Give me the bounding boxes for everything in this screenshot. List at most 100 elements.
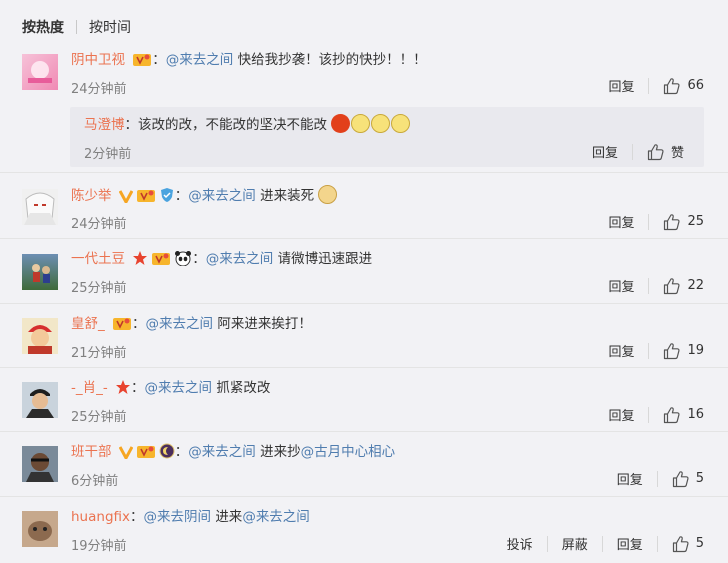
comment-mention[interactable]: @来去之间 <box>188 188 256 204</box>
comment-mention[interactable]: @来去之间 <box>145 380 213 396</box>
comment-text: 进来装死 <box>260 188 315 204</box>
comment-mention[interactable]: @来去之间 <box>206 251 274 267</box>
comment-time: 6分钟前 <box>71 474 119 489</box>
like-button[interactable]: 赞 <box>647 142 684 161</box>
action-divider <box>648 342 650 359</box>
tab-sort-by-time[interactable]: 按时间 <box>89 17 131 37</box>
like-button[interactable]: 25 <box>663 213 704 231</box>
avatar[interactable] <box>22 54 58 90</box>
action-divider <box>601 535 603 552</box>
avatar[interactable] <box>22 254 58 290</box>
reply-button[interactable]: 回复 <box>608 76 634 95</box>
reply-button[interactable]: 回复 <box>617 469 643 488</box>
sub-reply-username[interactable]: 马澄博 <box>84 117 125 133</box>
comment-mention[interactable]: @来去之间 <box>166 52 234 68</box>
like-count: 16 <box>687 407 704 422</box>
divider <box>0 172 728 173</box>
divider <box>0 496 728 497</box>
thumbs-up-icon <box>663 77 681 95</box>
report-button[interactable]: 投诉 <box>507 534 533 553</box>
block-button[interactable]: 屏蔽 <box>562 534 588 553</box>
action-divider <box>648 277 650 294</box>
comment-time: 24分钟前 <box>71 82 127 97</box>
avatar[interactable] <box>22 446 58 482</box>
action-divider <box>648 213 650 230</box>
avatar[interactable] <box>22 382 58 418</box>
reply-button[interactable]: 回复 <box>608 276 634 295</box>
avatar[interactable] <box>22 511 58 547</box>
vip-badge-icon <box>112 315 132 337</box>
glasses-face-icon <box>371 114 391 133</box>
reply-button[interactable]: 回复 <box>608 405 634 424</box>
comment-time: 19分钟前 <box>71 539 127 554</box>
like-button[interactable]: 22 <box>663 277 704 295</box>
comment-mention[interactable]: @来去之间 <box>146 316 214 332</box>
comment-mention[interactable]: @来去之间 <box>242 509 310 525</box>
angry-face-icon <box>331 114 351 133</box>
vip-badge-icon <box>136 443 156 465</box>
like-button[interactable]: 16 <box>663 406 704 424</box>
comment-username[interactable]: 皇舒_ <box>71 316 105 332</box>
glasses-face-icon <box>351 114 371 133</box>
thumbs-up-icon <box>663 406 681 424</box>
action-divider <box>631 143 633 160</box>
comment-mention[interactable]: @古月中心相心 <box>301 444 396 460</box>
like-count: 66 <box>687 78 704 93</box>
like-button[interactable]: 5 <box>672 470 704 488</box>
comment-time: 24分钟前 <box>71 217 127 232</box>
comment-username[interactable]: 阴中卫视 <box>71 52 125 68</box>
comment-text: 抓紧改改 <box>216 380 271 396</box>
comment-text: 进来抄 <box>260 444 301 460</box>
sub-reply: 马澄博：该改的改，不能改的坚决不能改 2分钟前 回复 赞 <box>70 107 704 167</box>
doge-face-icon <box>318 185 338 204</box>
star-icon <box>132 250 148 272</box>
thumbs-up-icon <box>647 143 665 161</box>
comment-username[interactable]: huangfix <box>71 509 130 525</box>
comment-text: 快给我抄袭！该抄的快抄！！！ <box>237 52 427 68</box>
like-label: 赞 <box>670 146 684 161</box>
like-count: 19 <box>687 343 704 358</box>
tab-divider <box>76 20 77 34</box>
thumbs-up-icon <box>672 470 690 488</box>
tab-sort-by-hot[interactable]: 按热度 <box>22 17 64 37</box>
comment-text: 阿来进来挨打！ <box>217 316 312 332</box>
comment-time: 25分钟前 <box>71 281 127 296</box>
like-count: 25 <box>687 214 704 229</box>
avatar[interactable] <box>22 189 58 225</box>
vip-badge-icon <box>151 250 171 272</box>
action-divider <box>656 470 658 487</box>
thumbs-up-icon <box>663 342 681 360</box>
divider <box>0 431 728 432</box>
like-button[interactable]: 19 <box>663 342 704 360</box>
verified-v-icon <box>118 445 134 465</box>
thumbs-up-icon <box>672 535 690 553</box>
sub-reply-text: 该改的改，不能改的坚决不能改 <box>138 117 327 133</box>
comment-time: 25分钟前 <box>71 410 127 425</box>
panda-icon <box>174 250 192 272</box>
shield-icon <box>159 187 175 209</box>
sub-reply-time: 2分钟前 <box>84 147 132 162</box>
avatar[interactable] <box>22 318 58 354</box>
reply-button[interactable]: 回复 <box>592 142 618 161</box>
glasses-face-icon <box>391 114 411 133</box>
comment-username[interactable]: 一代土豆 <box>71 251 125 267</box>
comment-username[interactable]: 班干部 <box>71 444 112 460</box>
night-badge-icon <box>159 443 175 465</box>
like-button[interactable]: 66 <box>663 77 704 95</box>
verified-v-icon <box>118 189 134 209</box>
reply-button[interactable]: 回复 <box>608 341 634 360</box>
thumbs-up-icon <box>663 277 681 295</box>
comment-username[interactable]: 陈少举 <box>71 188 112 204</box>
comment-mention[interactable]: @来去阴间 <box>144 509 212 525</box>
comment-time: 21分钟前 <box>71 346 127 361</box>
comment-username[interactable]: -_肖_- <box>71 380 108 396</box>
action-divider <box>648 77 650 94</box>
comment-text: 请微博迅速跟进 <box>277 251 373 267</box>
action-divider <box>648 406 650 423</box>
sort-tabs: 按热度 按时间 <box>22 17 131 37</box>
reply-button[interactable]: 回复 <box>617 534 643 553</box>
comment-mention[interactable]: @来去之间 <box>188 444 256 460</box>
reply-button[interactable]: 回复 <box>608 212 634 231</box>
star-icon <box>115 379 131 401</box>
like-button[interactable]: 5 <box>672 535 704 553</box>
